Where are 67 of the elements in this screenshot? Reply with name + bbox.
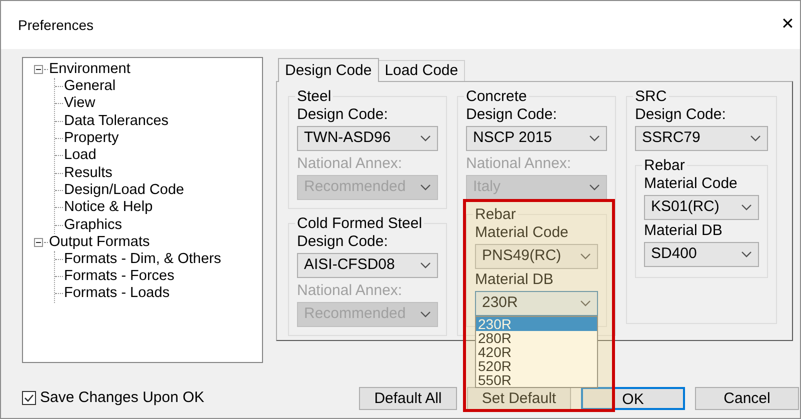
field-label: National Annex: <box>466 154 572 173</box>
tree-item[interactable]: View <box>63 95 96 112</box>
chevron-icon <box>420 135 431 142</box>
tab[interactable]: Design Code <box>278 58 379 82</box>
group-title: Cold Formed Steel <box>296 215 424 232</box>
chevron-icon <box>420 262 431 269</box>
tree-item[interactable]: Property <box>63 130 120 148</box>
chevron-icon <box>580 300 591 307</box>
field-label: National Annex: <box>297 154 404 173</box>
chevron-icon <box>420 311 431 318</box>
tree-item[interactable]: Results <box>63 164 114 182</box>
chevron-icon <box>420 184 431 191</box>
chevron-icon <box>589 135 600 142</box>
collapse-icon[interactable] <box>34 65 43 74</box>
tree-item[interactable]: Formats - Dim, & Others <box>63 250 222 268</box>
field-label: Material Code <box>475 223 570 242</box>
field-label: National Annex: <box>297 281 404 300</box>
dropdown[interactable]: NSCP 2015 <box>466 126 607 151</box>
field-label: Material DB <box>644 221 724 240</box>
dropdown[interactable]: SSRC79 <box>635 126 768 151</box>
dropdown[interactable]: SD400 <box>644 242 759 267</box>
chevron-icon <box>741 204 752 211</box>
dropdown-option[interactable]: 550R <box>476 373 597 387</box>
dialog-button[interactable]: Cancel <box>695 387 799 410</box>
field-label: Design Code: <box>297 105 389 124</box>
group-title: SRC <box>634 88 668 105</box>
tree-item[interactable]: Notice & Help <box>63 199 154 216</box>
field-label: Design Code: <box>297 232 389 251</box>
group-title: Steel <box>296 88 332 105</box>
chevron-icon <box>580 253 591 260</box>
close-button[interactable]: ✕ <box>779 13 796 37</box>
chevron-icon <box>750 135 761 142</box>
tree-item[interactable]: Load <box>63 147 98 164</box>
tree-item[interactable]: Output Formats <box>48 234 151 251</box>
group-title: Rebar <box>643 157 686 174</box>
dropdown-option[interactable]: 280R <box>476 331 597 345</box>
dialog-button[interactable]: OK <box>581 387 685 410</box>
tree-item[interactable]: Formats - Loads <box>63 285 171 302</box>
tree-item[interactable]: General <box>63 78 117 96</box>
tree-item[interactable]: Environment <box>48 61 132 78</box>
dialog-button[interactable]: Set Default <box>467 387 571 410</box>
tab[interactable]: Load Code <box>378 60 466 81</box>
group-title: Rebar <box>474 206 517 223</box>
field-label: Material Code <box>644 174 738 193</box>
checkbox[interactable] <box>22 391 36 406</box>
tree-item[interactable]: Design/Load Code <box>63 182 186 199</box>
group-title: Concrete <box>465 88 528 105</box>
dropdown[interactable]: 230R <box>475 291 598 316</box>
field-label: Material DB <box>475 270 554 289</box>
dropdown-option[interactable]: 420R <box>476 345 597 359</box>
collapse-icon[interactable] <box>34 238 43 247</box>
dropdown-option[interactable]: 520R <box>476 359 597 373</box>
field-label: Design Code: <box>635 105 727 124</box>
chevron-icon <box>589 184 600 191</box>
dropdown[interactable]: PNS49(RC) <box>475 244 598 269</box>
tree-item[interactable]: Formats - Forces <box>63 268 176 286</box>
chevron-icon <box>741 251 752 258</box>
window-title: Preferences <box>18 16 94 34</box>
dropdown[interactable]: TWN-ASD96 <box>297 126 438 151</box>
dialog-button[interactable]: Default All <box>359 387 457 410</box>
dropdown[interactable]: KS01(RC) <box>644 195 759 220</box>
tree-item[interactable]: Data Tolerances <box>63 112 170 130</box>
field-label: Design Code: <box>466 105 558 124</box>
checkbox-label: Save Changes Upon OK <box>40 388 204 408</box>
dropdown[interactable]: AISI-CFSD08 <box>297 253 438 278</box>
checkmark-icon <box>24 394 34 402</box>
tree-item[interactable]: Graphics <box>63 216 124 234</box>
